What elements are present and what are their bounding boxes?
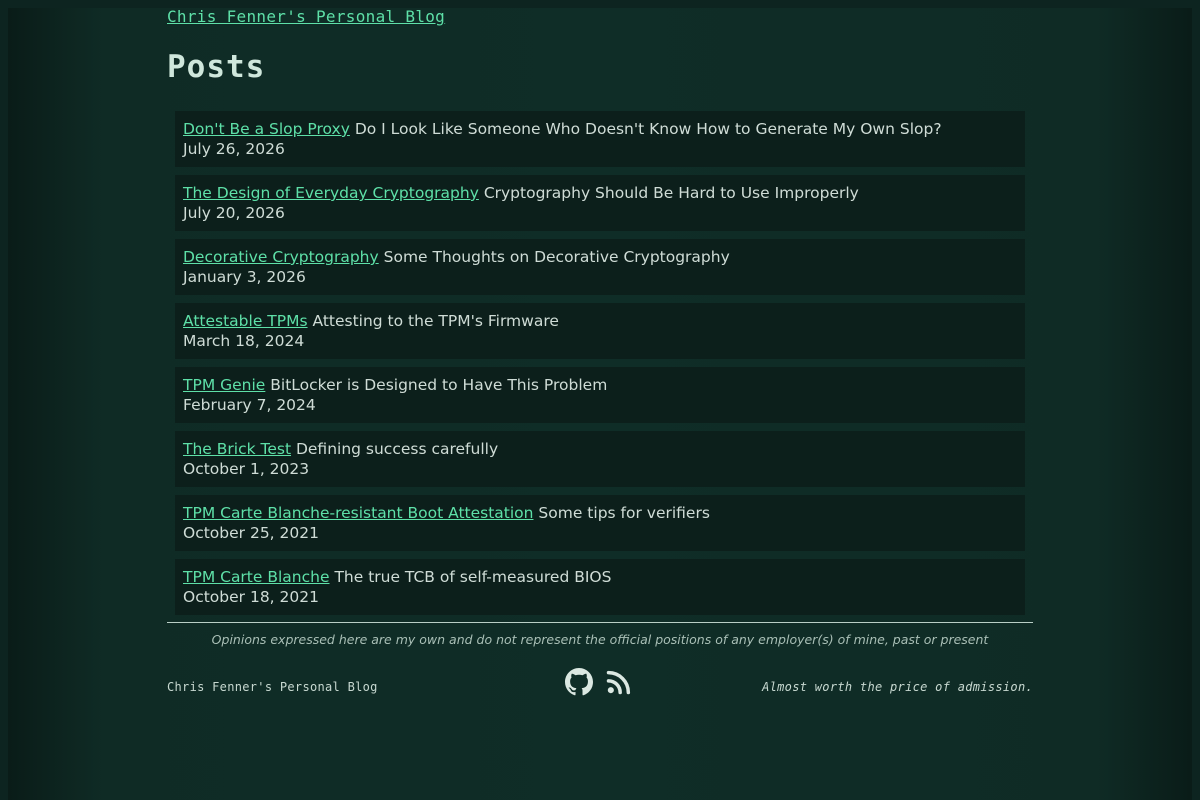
footer-divider	[167, 622, 1033, 623]
rss-icon[interactable]	[605, 668, 633, 696]
post-date: January 3, 2026	[183, 268, 306, 286]
page: Chris Fenner's Personal Blog Posts Don't…	[8, 8, 1192, 800]
post-subtitle: The true TCB of self-measured BIOS	[334, 568, 612, 586]
footer: Chris Fenner's Personal Blog Almost wort…	[167, 668, 1033, 708]
post-item: The Design of Everyday Cryptography Cryp…	[175, 175, 1025, 231]
post-subtitle: Attesting to the TPM's Firmware	[312, 312, 559, 330]
post-heading-line: Decorative Cryptography Some Thoughts on…	[183, 247, 1017, 267]
post-item: Decorative Cryptography Some Thoughts on…	[175, 239, 1025, 295]
post-title-link[interactable]: Attestable TPMs	[183, 312, 308, 330]
post-title-link[interactable]: TPM Genie	[183, 376, 265, 394]
post-date: March 18, 2024	[183, 332, 305, 350]
post-subtitle: Do I Look Like Someone Who Doesn't Know …	[354, 120, 942, 138]
post-subtitle: Defining success carefully	[295, 440, 499, 458]
page-title: Posts	[167, 49, 266, 85]
post-subtitle: Some tips for verifiers	[538, 504, 710, 522]
post-title-link[interactable]: The Brick Test	[183, 440, 291, 458]
post-item: TPM Genie BitLocker is Designed to Have …	[175, 367, 1025, 423]
post-title-link[interactable]: TPM Carte Blanche	[183, 568, 330, 586]
footer-site-name: Chris Fenner's Personal Blog	[167, 680, 378, 694]
post-date: October 25, 2021	[183, 524, 319, 542]
post-heading-line: TPM Carte Blanche-resistant Boot Attesta…	[183, 503, 1017, 523]
post-title-link[interactable]: The Design of Everyday Cryptography	[183, 184, 479, 202]
post-subtitle: Some Thoughts on Decorative Cryptography	[383, 248, 730, 266]
content-container: Chris Fenner's Personal Blog Posts Don't…	[167, 8, 1033, 696]
post-heading-line: The Brick Test Defining success carefull…	[183, 439, 1017, 459]
post-date: February 7, 2024	[183, 396, 316, 414]
github-icon[interactable]	[565, 668, 593, 696]
post-heading-line: Don't Be a Slop Proxy Do I Look Like Som…	[183, 119, 1017, 139]
post-list: Don't Be a Slop Proxy Do I Look Like Som…	[175, 111, 1025, 623]
post-subtitle: BitLocker is Designed to Have This Probl…	[270, 376, 608, 394]
post-item: Attestable TPMs Attesting to the TPM's F…	[175, 303, 1025, 359]
post-heading-line: Attestable TPMs Attesting to the TPM's F…	[183, 311, 1017, 331]
disclaimer-text: Opinions expressed here are my own and d…	[211, 632, 989, 647]
post-item: TPM Carte Blanche The true TCB of self-m…	[175, 559, 1025, 615]
post-date: July 20, 2026	[183, 204, 285, 222]
footer-tagline: Almost worth the price of admission.	[762, 680, 1033, 694]
post-date: July 26, 2026	[183, 140, 285, 158]
post-date: October 1, 2023	[183, 460, 310, 478]
post-title-link[interactable]: Decorative Cryptography	[183, 248, 379, 266]
post-item: The Brick Test Defining success carefull…	[175, 431, 1025, 487]
post-heading-line: TPM Carte Blanche The true TCB of self-m…	[183, 567, 1017, 587]
post-title-link[interactable]: Don't Be a Slop Proxy	[183, 120, 350, 138]
post-item: TPM Carte Blanche-resistant Boot Attesta…	[175, 495, 1025, 551]
post-heading-line: The Design of Everyday Cryptography Cryp…	[183, 183, 1017, 203]
post-date: October 18, 2021	[183, 588, 319, 606]
post-subtitle: Cryptography Should Be Hard to Use Impro…	[483, 184, 859, 202]
footer-icons	[565, 668, 637, 698]
post-item: Don't Be a Slop Proxy Do I Look Like Som…	[175, 111, 1025, 167]
post-heading-line: TPM Genie BitLocker is Designed to Have …	[183, 375, 1017, 395]
post-title-link[interactable]: TPM Carte Blanche-resistant Boot Attesta…	[183, 504, 533, 522]
site-title-link[interactable]: Chris Fenner's Personal Blog	[167, 8, 445, 26]
